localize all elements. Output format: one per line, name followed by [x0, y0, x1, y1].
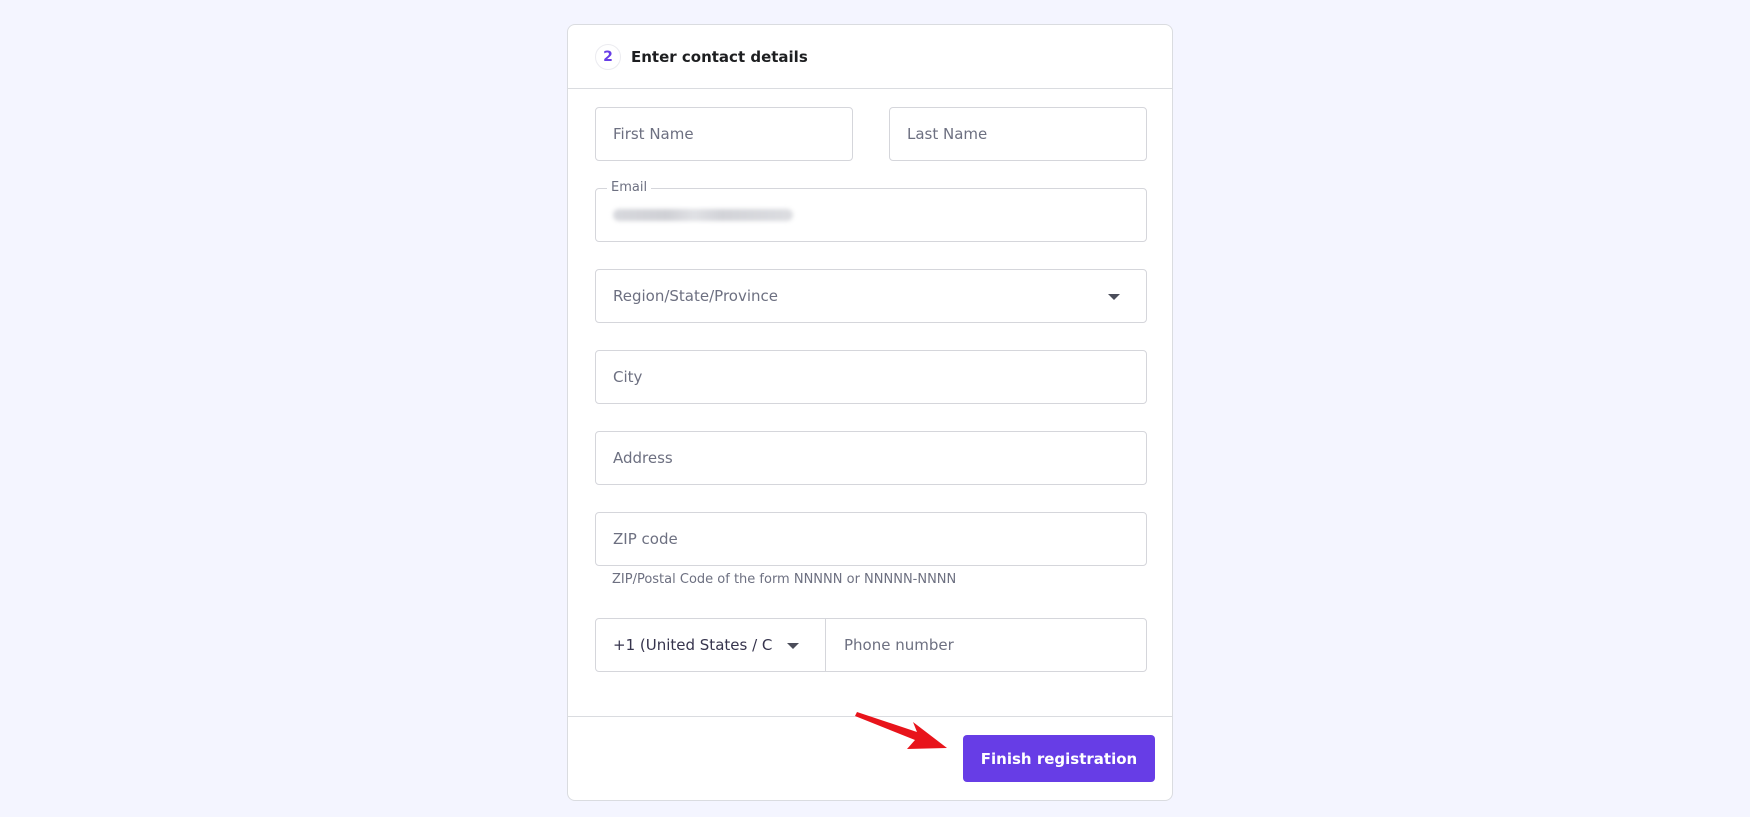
zip-helper-text: ZIP/Postal Code of the form NNNNN or NNN… — [612, 572, 957, 587]
card-header: 2 Enter contact details — [568, 25, 1172, 89]
first-name-placeholder: First Name — [613, 125, 694, 143]
phone-number-input[interactable]: Phone number — [826, 619, 1146, 671]
phone-number-placeholder: Phone number — [844, 636, 954, 654]
finish-registration-button[interactable]: Finish registration — [963, 735, 1155, 782]
region-placeholder: Region/State/Province — [613, 287, 778, 305]
email-label: Email — [607, 180, 652, 195]
region-select[interactable]: Region/State/Province — [595, 269, 1147, 323]
country-code-select[interactable]: +1 (United States / Canada) — [596, 619, 826, 671]
email-input[interactable]: Email — [595, 180, 1147, 242]
city-input[interactable]: City — [595, 350, 1147, 404]
caret-down-icon — [787, 643, 799, 649]
last-name-input[interactable]: Last Name — [889, 107, 1147, 161]
zip-placeholder: ZIP code — [613, 530, 678, 548]
last-name-placeholder: Last Name — [907, 125, 988, 143]
annotation-arrow-icon — [855, 712, 947, 749]
address-input[interactable]: Address — [595, 431, 1147, 485]
phone-field-group: +1 (United States / Canada) Phone number — [595, 618, 1147, 672]
card-title: Enter contact details — [631, 47, 808, 66]
email-value-redacted — [613, 209, 793, 221]
step-number-badge: 2 — [595, 43, 621, 70]
first-name-input[interactable]: First Name — [595, 107, 853, 161]
contact-details-card: 2 Enter contact details First Name Last … — [567, 24, 1173, 801]
city-placeholder: City — [613, 368, 643, 386]
caret-down-icon — [1108, 294, 1120, 300]
zip-input[interactable]: ZIP code — [595, 512, 1147, 566]
address-placeholder: Address — [613, 449, 673, 467]
country-code-value: +1 (United States / Canada) — [613, 636, 773, 654]
